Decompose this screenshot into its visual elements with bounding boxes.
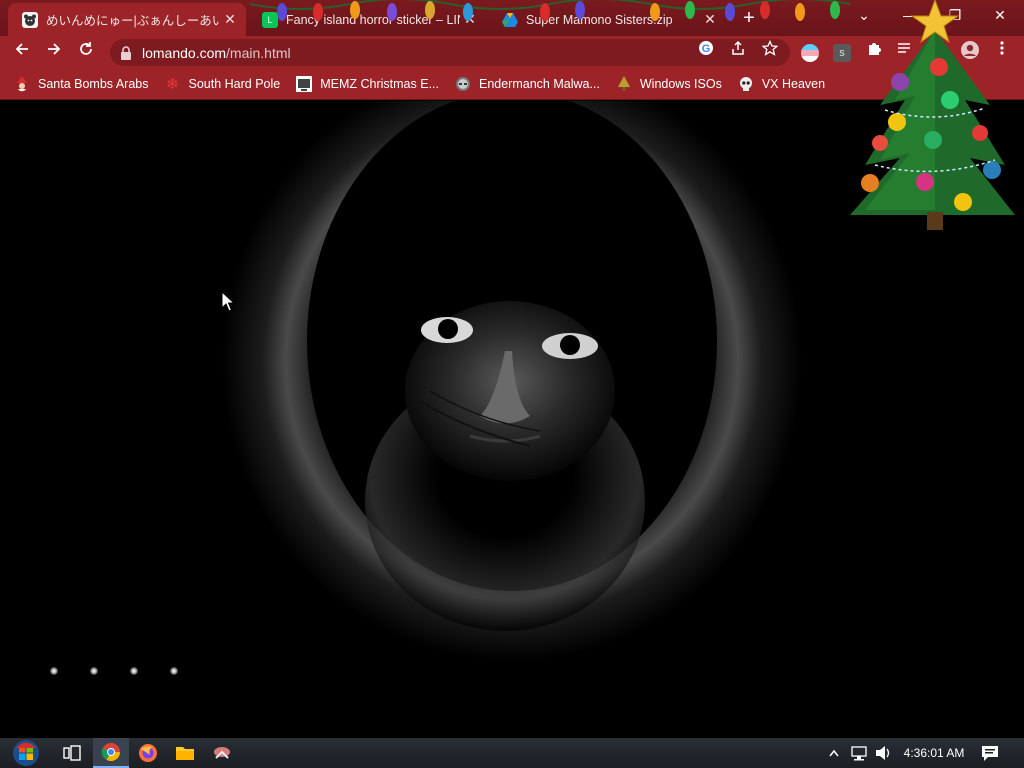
taskbar-chrome[interactable] bbox=[93, 738, 129, 768]
firefox-icon bbox=[139, 744, 157, 762]
bookmark-star-icon[interactable] bbox=[760, 39, 780, 60]
desktop: めいんめにゅー|ぶぁんしーあいらんど ✕ L Fancy island horr… bbox=[0, 0, 1024, 768]
action-center-icon[interactable] bbox=[980, 743, 1000, 763]
tree-icon bbox=[616, 75, 632, 92]
christmas-tree-decoration bbox=[850, 0, 1015, 230]
tab-title: めいんめにゅー|ぶぁんしーあいらんど bbox=[46, 14, 220, 28]
bookmark-label: South Hard Pole bbox=[188, 76, 281, 91]
tab-mamono-zip[interactable]: Super Mamono Sisters.zip ✕ bbox=[488, 3, 726, 36]
taskbar: 4:36:01 AM bbox=[0, 738, 1024, 768]
bear-icon bbox=[22, 11, 38, 28]
tab-title: Fancy island horror sticker – LINE bbox=[286, 12, 460, 27]
bookmark-santa-bombs-arabs[interactable]: Santa Bombs Arabs bbox=[14, 75, 149, 92]
memz-icon bbox=[296, 75, 313, 92]
close-tab-icon[interactable]: ✕ bbox=[220, 11, 240, 28]
loading-dot bbox=[130, 667, 138, 675]
windows-orb-icon bbox=[13, 740, 39, 766]
bookmark-endermanch-malware[interactable]: Endermanch Malwa... bbox=[455, 76, 600, 92]
tab-line-sticker[interactable]: L Fancy island horror sticker – LINE ✕ bbox=[248, 3, 486, 36]
taskbar-firefox[interactable] bbox=[130, 738, 166, 768]
chrome-icon bbox=[101, 743, 120, 762]
bookmark-memz-christmas[interactable]: MEMZ Christmas E... bbox=[296, 75, 439, 92]
close-tab-icon[interactable]: ✕ bbox=[460, 11, 480, 28]
share-icon[interactable] bbox=[728, 40, 748, 60]
loading-dot bbox=[170, 667, 178, 675]
extension-flag-icon[interactable] bbox=[801, 44, 819, 62]
bookmark-label: Santa Bombs Arabs bbox=[38, 76, 149, 91]
bookmark-label: Endermanch Malwa... bbox=[478, 76, 600, 91]
taskbar-file-explorer[interactable] bbox=[167, 738, 203, 768]
volume-icon[interactable] bbox=[874, 738, 892, 768]
url-host: lomando.com bbox=[142, 44, 227, 61]
bookmark-label: VX Heaven bbox=[761, 76, 826, 91]
loading-dot bbox=[50, 667, 58, 675]
google-lens-icon[interactable]: G bbox=[696, 40, 716, 60]
folder-icon bbox=[176, 747, 194, 760]
close-tab-icon[interactable]: ✕ bbox=[700, 11, 720, 28]
new-tab-button[interactable]: + bbox=[737, 6, 761, 30]
show-hidden-icons-chevron-icon[interactable] bbox=[828, 738, 840, 768]
loading-dot bbox=[90, 667, 98, 675]
reload-icon[interactable] bbox=[74, 40, 98, 64]
snowflake-icon: ❄ bbox=[166, 75, 179, 93]
network-icon[interactable] bbox=[850, 738, 868, 768]
task-view-button[interactable] bbox=[54, 738, 90, 768]
task-view-icon bbox=[63, 745, 81, 761]
url-text: lomando.com/main.html bbox=[142, 45, 291, 61]
bookmark-vx-heaven[interactable]: VX Heaven bbox=[738, 76, 825, 92]
santa-icon bbox=[14, 75, 30, 92]
line-icon: L bbox=[262, 11, 278, 28]
svg-text:G: G bbox=[702, 43, 711, 55]
bookmark-label: MEMZ Christmas E... bbox=[320, 76, 439, 91]
bookmark-windows-isos[interactable]: Windows ISOs bbox=[616, 75, 722, 92]
snipping-tool-icon bbox=[214, 747, 230, 759]
address-bar[interactable]: lomando.com/main.html bbox=[110, 39, 790, 66]
forward-icon[interactable] bbox=[42, 40, 66, 64]
drive-icon bbox=[502, 12, 518, 28]
tab-title: Super Mamono Sisters.zip bbox=[526, 12, 673, 27]
taskbar-clock[interactable]: 4:36:01 AM bbox=[898, 738, 970, 768]
lock-icon[interactable] bbox=[120, 45, 132, 60]
skull-icon bbox=[738, 76, 754, 92]
taskbar-snipping-tool[interactable] bbox=[204, 738, 240, 768]
enderman-icon bbox=[455, 76, 471, 92]
start-button[interactable] bbox=[6, 738, 46, 768]
mouse-cursor-icon bbox=[221, 291, 235, 312]
tab-main-menu[interactable]: めいんめにゅー|ぶぁんしーあいらんど ✕ bbox=[8, 3, 246, 36]
back-icon[interactable] bbox=[10, 40, 34, 64]
url-path: /main.html bbox=[226, 44, 291, 61]
bookmark-south-hard-pole[interactable]: ❄ South Hard Pole bbox=[164, 75, 281, 93]
bookmark-label: Windows ISOs bbox=[639, 76, 722, 91]
loading-dots bbox=[50, 667, 178, 675]
